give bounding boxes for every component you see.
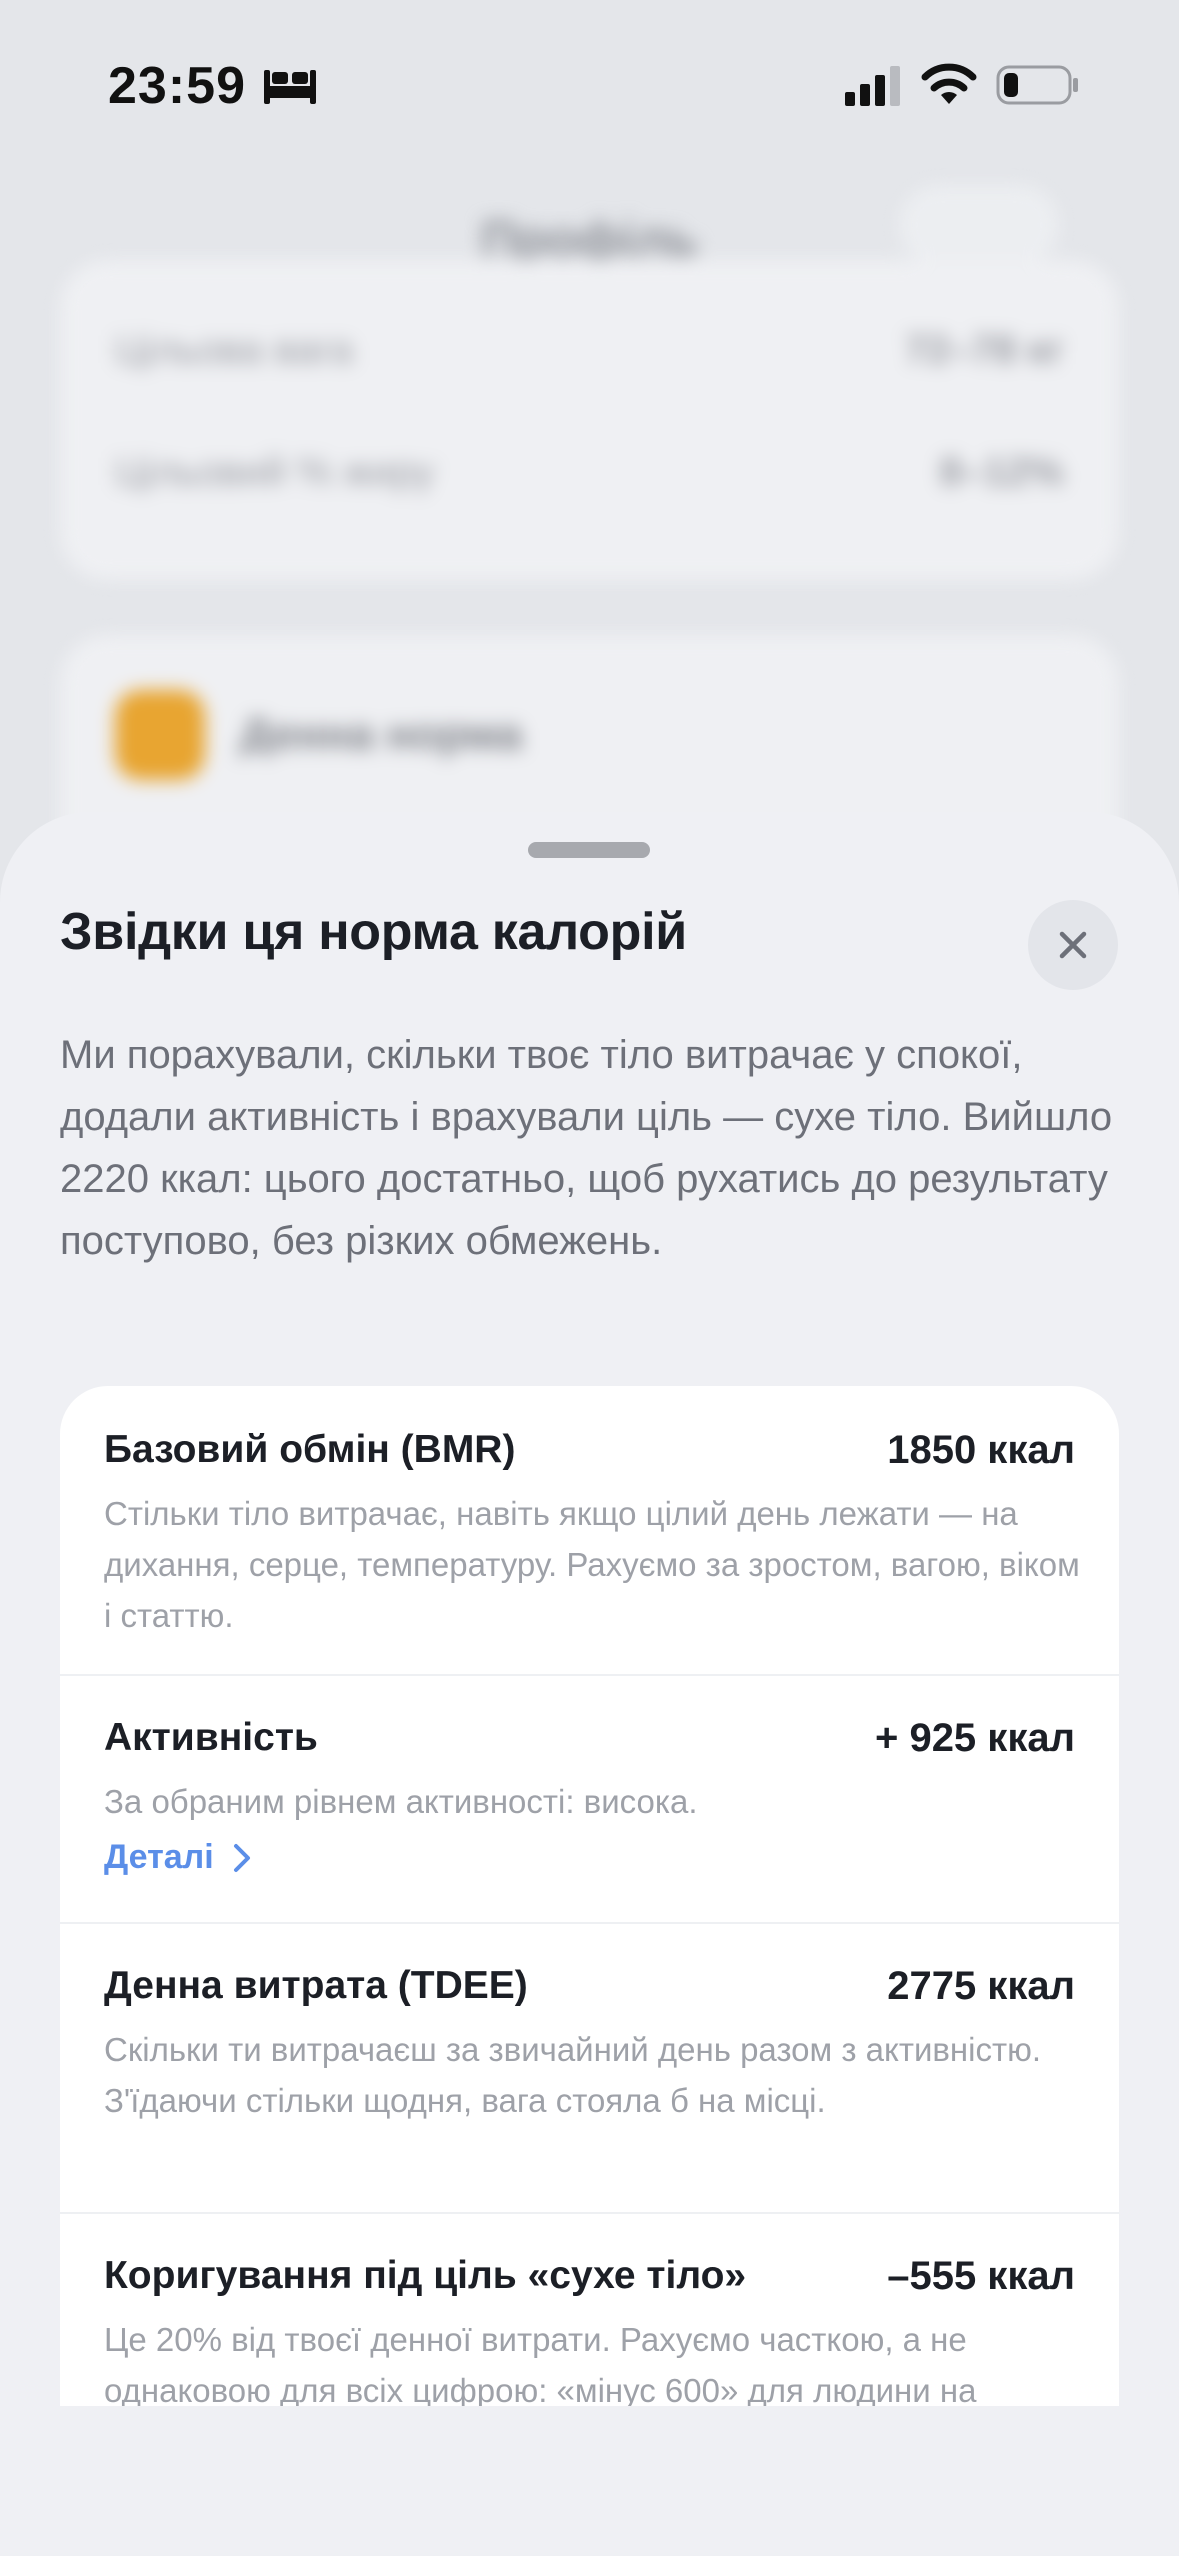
row-description: Стільки тіло витрачає, навіть якщо цілий… xyxy=(104,1495,1080,1634)
row-label: Активність xyxy=(104,1716,318,1759)
sheet-grabber-handle[interactable] xyxy=(528,842,650,858)
close-button[interactable] xyxy=(1028,900,1118,990)
status-bar: 23:59 xyxy=(0,0,1179,170)
row-value: –555 ккал xyxy=(887,2254,1075,2298)
details-link-label: Деталі xyxy=(104,1838,214,1876)
row-divider xyxy=(60,2212,1119,2214)
row-value: 2775 ккал xyxy=(887,1964,1075,2008)
calculation-breakdown-card: Базовий обмін (BMR) 1850 ккал Стільки ті… xyxy=(60,1386,1119,2406)
cellular-signal-icon xyxy=(845,66,900,106)
background-row-label: Цільова вага xyxy=(115,328,354,372)
row-divider xyxy=(60,1674,1119,1676)
close-icon xyxy=(1059,931,1087,959)
sheet-title: Звідки ця норма калорій xyxy=(60,903,687,961)
background-orange-icon xyxy=(115,690,205,780)
row-description: Це 20% від твоєї денної витрати. Рахуємо… xyxy=(104,2321,977,2406)
background-card-label: Денна норма xyxy=(240,710,523,759)
row-value: 1850 ккал xyxy=(887,1428,1075,1472)
wifi-icon xyxy=(921,63,977,104)
row-divider xyxy=(60,1922,1119,1924)
sheet-intro-text: Ми порахували, скільки твоє тіло витрача… xyxy=(60,1033,1113,1263)
row-label: Базовий обмін (BMR) xyxy=(104,1428,516,1471)
bed-icon xyxy=(264,70,316,104)
background-row-value: 72–78 кг xyxy=(904,328,1064,372)
row-value: + 925 ккал xyxy=(874,1716,1075,1760)
row-label: Денна витрата (TDEE) xyxy=(104,1964,528,2007)
chevron-right-icon xyxy=(233,1843,250,1872)
activity-details-link[interactable]: Деталі xyxy=(104,1838,252,1877)
row-description: Скільки ти витрачаєш за звичайний день р… xyxy=(104,2031,1042,2119)
calorie-explanation-sheet: Звідки ця норма калорій Ми порахували, с… xyxy=(0,812,1179,2556)
row-label: Коригування під ціль «сухе тіло» xyxy=(104,2254,747,2297)
background-card-goals xyxy=(60,260,1119,580)
battery-icon xyxy=(996,65,1078,105)
background-row-label: Цільовий % жиру xyxy=(115,450,435,494)
row-description: За обраним рівнем активності: висока. xyxy=(104,1783,698,1820)
background-row-value: 8–12% xyxy=(939,450,1064,494)
status-time: 23:59 xyxy=(108,57,246,115)
background-pill-button xyxy=(899,185,1059,265)
